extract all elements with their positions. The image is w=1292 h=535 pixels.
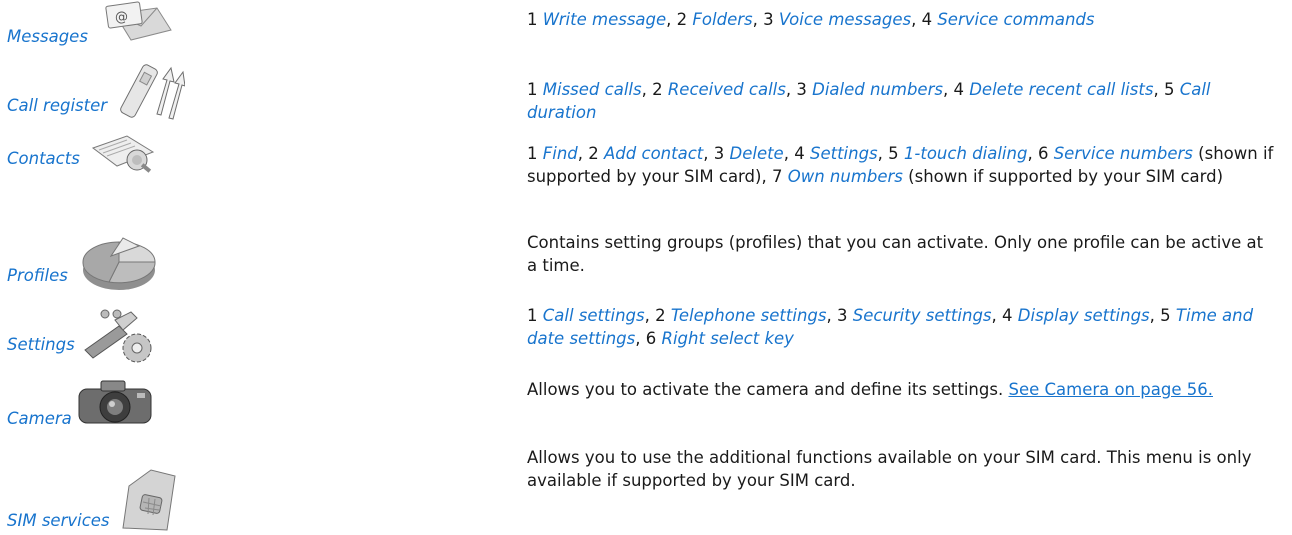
menu-row-settings: Settings 1 Call settings, 2 Telephone se… — [0, 296, 1292, 370]
menu-desc-messages: 1 Write message, 2 Folders, 3 Voice mess… — [527, 10, 1095, 29]
submenu-link[interactable]: Service numbers — [1054, 144, 1193, 163]
item-number: 1 — [527, 306, 538, 325]
menu-desc-settings: 1 Call settings, 2 Telephone settings, 3… — [527, 306, 1254, 348]
menu-row-contacts: Contacts 1 Find, 2 Add contact, 3 Delete… — [0, 135, 1292, 226]
address-book-icon — [91, 135, 155, 173]
submenu-link[interactable]: Right select key — [662, 329, 794, 348]
menu-link-profiles[interactable]: Profiles — [7, 266, 68, 285]
item-number: 3 — [713, 144, 725, 163]
sim-services-description: Allows you to use the additional functio… — [527, 448, 1252, 490]
menu-row-messages: Messages @ 1 Write message, 2 Folders, 3… — [0, 0, 1292, 70]
support-note: (shown if supported by your SIM card) — [908, 167, 1224, 186]
submenu-link[interactable]: Dialed numbers — [812, 80, 943, 99]
submenu-link[interactable]: Own numbers — [788, 167, 903, 186]
phone-arrows-icon — [120, 64, 185, 120]
menu-link-camera[interactable]: Camera — [7, 409, 72, 428]
see-camera-link[interactable]: See Camera on page 56. — [1008, 380, 1213, 399]
envelope-icon: @ — [105, 1, 172, 41]
item-number: 2 — [652, 80, 663, 99]
menu-link-messages[interactable]: Messages — [7, 27, 88, 46]
submenu-link[interactable]: Add contact — [604, 144, 703, 163]
submenu-link[interactable]: Folders — [692, 10, 752, 29]
submenu-link[interactable]: Service commands — [937, 10, 1094, 29]
profiles-description: Contains setting groups (profiles) that … — [527, 233, 1264, 275]
menu-desc-call-register: 1 Missed calls, 2 Received calls, 3 Dial… — [527, 80, 1211, 122]
submenu-link[interactable]: Voice messages — [779, 10, 911, 29]
item-number: 1 — [527, 10, 538, 29]
item-number: 5 — [1160, 306, 1171, 325]
svg-text:@: @ — [115, 10, 128, 25]
menu-row-sim-services: SIM services Allows you to use the addit… — [0, 442, 1292, 535]
submenu-link[interactable]: Delete recent call lists — [969, 80, 1153, 99]
menu-link-sim-services[interactable]: SIM services — [7, 511, 110, 530]
menu-desc-profiles: Contains setting groups (profiles) that … — [527, 231, 1277, 277]
menu-desc-camera: Allows you to activate the camera and de… — [527, 378, 1277, 401]
menu-link-contacts[interactable]: Contacts — [7, 149, 80, 168]
submenu-link[interactable]: Received calls — [668, 80, 786, 99]
menu-desc-contacts: 1 Find, 2 Add contact, 3 Delete, 4 Setti… — [527, 144, 1274, 186]
item-number: 3 — [796, 80, 807, 99]
item-number: 2 — [676, 10, 688, 29]
sim-card-icon — [122, 469, 176, 531]
submenu-link[interactable]: Find — [543, 144, 578, 163]
menu-row-call-register: Call register 1 Missed calls, 2 Received… — [0, 64, 1292, 136]
item-number: 3 — [836, 306, 848, 325]
submenu-link[interactable]: Telephone settings — [671, 306, 827, 325]
menu-link-call-register[interactable]: Call register — [7, 96, 107, 115]
submenu-link[interactable]: 1-touch dialing — [904, 144, 1028, 163]
submenu-link[interactable]: Display settings — [1018, 306, 1150, 325]
tools-gear-icon — [84, 309, 152, 363]
item-number: 4 — [953, 80, 964, 99]
camera-icon — [78, 380, 152, 424]
menu-link-settings[interactable]: Settings — [7, 335, 75, 354]
item-number: 6 — [1037, 144, 1049, 163]
submenu-link[interactable]: Missed calls — [543, 80, 642, 99]
item-number: 5 — [1163, 80, 1175, 99]
submenu-link[interactable]: Write message — [543, 10, 666, 29]
menu-row-profiles: Profiles Contains setting groups (profil… — [0, 226, 1292, 296]
menu-row-camera: Camera Allows you to activate the camera… — [0, 370, 1292, 442]
menu-desc-sim-services: Allows you to use the additional functio… — [527, 446, 1277, 492]
item-number: 1 — [527, 144, 538, 163]
item-number: 1 — [527, 80, 538, 99]
item-number: 3 — [763, 10, 774, 29]
item-number: 4 — [921, 10, 933, 29]
item-number: 2 — [655, 306, 666, 325]
submenu-link[interactable]: Call settings — [543, 306, 645, 325]
item-number: 5 — [888, 144, 899, 163]
submenu-link[interactable]: Security settings — [853, 306, 992, 325]
camera-description: Allows you to activate the camera and de… — [527, 380, 1004, 399]
item-number: 4 — [794, 144, 805, 163]
item-number: 7 — [771, 167, 783, 186]
item-number: 4 — [1002, 306, 1013, 325]
submenu-link[interactable]: Delete — [730, 144, 784, 163]
item-number: 2 — [588, 144, 599, 163]
pie-chart-icon — [82, 237, 156, 290]
submenu-link[interactable]: Settings — [810, 144, 878, 163]
item-number: 6 — [645, 329, 657, 348]
